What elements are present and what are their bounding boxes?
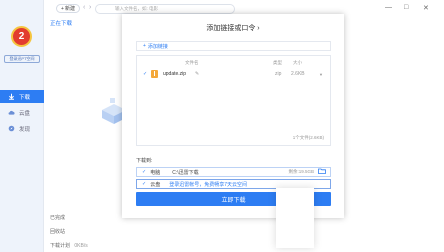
new-task-button[interactable]: + 新建: [56, 4, 80, 13]
edit-icon[interactable]: ✎: [195, 71, 199, 77]
sidebar-item-discover[interactable]: 发现: [0, 122, 44, 135]
completed-item[interactable]: 已完成: [50, 214, 65, 221]
download-speed-value: 0KB/s: [74, 243, 88, 249]
new-task-label: 新建: [64, 6, 75, 12]
checkbox-checked-icon[interactable]: ✓: [143, 71, 147, 77]
local-path-value[interactable]: C:\迅雷下载: [172, 169, 198, 176]
file-count: 1个文件(2.6KB): [292, 135, 324, 140]
overlay-panel: [276, 188, 314, 248]
save-to-label: 下载到:: [136, 158, 153, 164]
sidebar-item-label: 云盘: [19, 110, 31, 117]
dialog-title-text: 添加链接或口令: [206, 25, 256, 32]
download-icon: [8, 93, 15, 100]
folder-icon[interactable]: [318, 168, 326, 176]
sidebar-item-label: 发现: [19, 126, 31, 133]
trash-item[interactable]: 回收站: [50, 228, 65, 235]
sidebar-item-label: 下载: [19, 94, 31, 101]
col-header-type: 类型: [273, 60, 282, 65]
cloud-icon: [8, 109, 15, 116]
app-logo: 2: [11, 26, 32, 47]
file-size: 2.6KB: [291, 71, 305, 77]
title-chevron-icon[interactable]: ›: [257, 25, 259, 32]
minimize-icon[interactable]: —: [385, 4, 392, 11]
search-placeholder: 输入文件名，如: 电影: [115, 6, 158, 11]
search-input[interactable]: 输入文件名，如: 电影: [95, 4, 235, 14]
local-path-row[interactable]: ✓ 电脑 C:\迅雷下载 剩余:19.5GB: [136, 167, 331, 177]
plus-icon: +: [143, 43, 146, 49]
file-name: update.zip: [163, 71, 187, 77]
zip-file-icon: [151, 70, 158, 80]
col-header-name: 文件名: [185, 60, 199, 65]
maximize-icon[interactable]: □: [404, 4, 408, 11]
computer-label: 电脑: [150, 169, 161, 176]
file-table: 文件名 类型 大小 ✓ update.zip ✎ zip 2.6KB ▼ 1个文…: [136, 55, 331, 146]
cloud-login-note[interactable]: 登录迅雷帐号，免费畅享7天云空间: [169, 181, 247, 188]
col-header-size: 大小: [293, 60, 302, 65]
add-link-button[interactable]: + 添加链接: [136, 41, 331, 51]
discover-icon: [8, 125, 15, 132]
sidebar: 2 登录迅PT空间 下载 云盘 发现: [0, 0, 44, 252]
dialog-title: 添加链接或口令 ›: [122, 23, 344, 33]
sidebar-item-download[interactable]: 下载: [0, 90, 44, 103]
cloud-label: 云盘: [150, 181, 161, 188]
free-space-value: 剩余:19.5GB: [288, 169, 314, 174]
tab-downloading[interactable]: 正在下载: [50, 19, 72, 27]
radio-checked-icon[interactable]: ✓: [142, 169, 146, 175]
forward-arrow-icon[interactable]: ›: [89, 4, 91, 11]
table-row[interactable]: ✓ update.zip ✎ zip 2.6KB ▼: [137, 69, 330, 80]
file-type: zip: [275, 71, 282, 77]
sidebar-item-cloud[interactable]: 云盘: [0, 106, 44, 119]
login-button[interactable]: 登录迅PT空间: [4, 55, 40, 63]
download-plan-item[interactable]: 下载计划 0KB/s: [50, 242, 88, 249]
plus-icon: +: [61, 5, 64, 12]
close-icon[interactable]: ✕: [423, 4, 429, 12]
radio-unchecked-icon[interactable]: ✓: [142, 181, 146, 187]
back-arrow-icon[interactable]: ‹: [83, 4, 85, 11]
add-link-label: 添加链接: [147, 43, 168, 50]
chevron-down-icon[interactable]: ▼: [319, 72, 323, 77]
download-plan-label: 下载计划: [50, 243, 71, 249]
